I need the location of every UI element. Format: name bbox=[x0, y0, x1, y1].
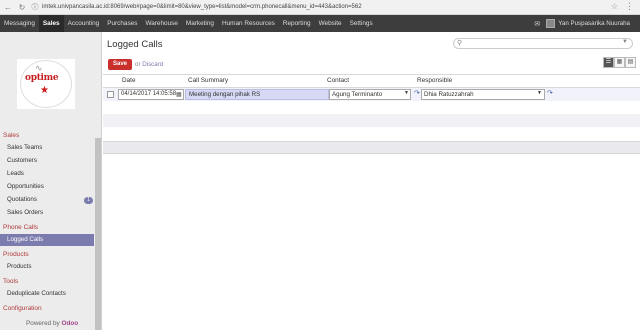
url-text[interactable]: imtek.univpancasila.ac.id:8069/web#page=… bbox=[42, 4, 362, 10]
calendar-icon[interactable]: ▦ bbox=[176, 91, 182, 98]
bookmark-star-icon[interactable]: ☆ bbox=[611, 2, 618, 11]
user-menu[interactable]: ✉ Yan Puspasarika Nuuraha bbox=[534, 15, 630, 32]
discard-area: or Discard bbox=[135, 61, 164, 68]
menu-purchases[interactable]: Purchases bbox=[103, 15, 141, 32]
sidebar-item-sales-orders[interactable]: Sales Orders bbox=[7, 209, 43, 216]
sidebar-section-sales: Sales bbox=[3, 132, 20, 139]
browser-menu-icon[interactable]: ⋮ bbox=[625, 1, 634, 12]
sidebar-item-leads[interactable]: Leads bbox=[7, 170, 24, 177]
logo-emblem: ∿ optime ★ bbox=[20, 60, 72, 108]
responsible-dropdown-icon[interactable]: ▼ bbox=[537, 90, 542, 96]
menu-sales[interactable]: Sales bbox=[38, 15, 64, 32]
main-content: Logged Calls ⚲ ▼ Save or Discard ☰ ▦ ▤ D… bbox=[103, 32, 640, 330]
sidebar-section-products: Products bbox=[3, 251, 29, 258]
column-contact[interactable]: Contact bbox=[327, 77, 349, 84]
user-name: Yan Puspasarika Nuuraha bbox=[558, 20, 630, 27]
menu-marketing[interactable]: Marketing bbox=[182, 15, 218, 32]
sidebar-section-tools: Tools bbox=[3, 278, 19, 285]
info-icon[interactable]: ⓘ bbox=[30, 2, 40, 12]
odoo-brand: Odoo bbox=[61, 320, 79, 327]
contact-external-link-icon[interactable]: ↷ bbox=[414, 89, 420, 97]
search-input[interactable]: ⚲ ▼ bbox=[453, 38, 633, 49]
save-button[interactable]: Save bbox=[108, 59, 132, 70]
column-responsible[interactable]: Responsible bbox=[417, 77, 452, 84]
chat-icon[interactable]: ✉ bbox=[534, 20, 540, 28]
top-menu: Messaging Sales Accounting Purchases War… bbox=[0, 15, 640, 32]
star-icon: ★ bbox=[40, 85, 49, 96]
calendar-view-icon[interactable]: ▦ bbox=[614, 57, 625, 68]
column-date[interactable]: Date bbox=[122, 77, 136, 84]
sidebar-item-label: Logged Calls bbox=[7, 236, 44, 243]
sidebar-item-logged-calls[interactable]: Logged Calls bbox=[0, 234, 94, 246]
contact-field[interactable]: Agung Terminanto bbox=[329, 89, 411, 100]
date-field[interactable]: 04/14/2017 14:05:58 bbox=[118, 89, 184, 100]
table-header: Date Call Summary Contact Responsible bbox=[103, 75, 640, 86]
menu-messaging[interactable]: Messaging bbox=[0, 15, 39, 32]
sidebar-scrollbar[interactable] bbox=[95, 138, 101, 330]
contact-dropdown-icon[interactable]: ▼ bbox=[404, 90, 409, 96]
sidebar-section-configuration: Configuration bbox=[3, 305, 42, 312]
menu-human-resources[interactable]: Human Resources bbox=[218, 15, 279, 32]
sidebar-item-sales-teams[interactable]: Sales Teams bbox=[7, 144, 42, 151]
sidebar-item-quotations[interactable]: Quotations bbox=[7, 196, 37, 203]
responsible-external-link-icon[interactable]: ↷ bbox=[547, 89, 553, 97]
powered-by[interactable]: Powered by Odoo bbox=[26, 320, 78, 327]
sidebar-item-products[interactable]: Products bbox=[7, 263, 31, 270]
search-icon: ⚲ bbox=[457, 40, 463, 47]
view-switcher: ☰ ▦ ▤ bbox=[603, 57, 636, 68]
discard-link[interactable]: Discard bbox=[142, 61, 163, 68]
logo-wordmark: optime bbox=[25, 73, 59, 83]
menu-reporting[interactable]: Reporting bbox=[279, 15, 315, 32]
sidebar-item-opportunities[interactable]: Opportunities bbox=[7, 183, 44, 190]
sidebar: ∿ optime ★ Sales Sales Teams Customers L… bbox=[0, 32, 102, 330]
empty-row bbox=[103, 114, 640, 127]
list-view-icon[interactable]: ☰ bbox=[603, 57, 614, 68]
sidebar-section-phone-calls: Phone Calls bbox=[3, 224, 39, 231]
row-checkbox[interactable] bbox=[107, 91, 114, 98]
sidebar-item-customers[interactable]: Customers bbox=[7, 157, 37, 164]
menu-settings[interactable]: Settings bbox=[346, 15, 377, 32]
avatar bbox=[546, 19, 556, 28]
reload-icon[interactable]: ↻ bbox=[16, 1, 28, 13]
page-title: Logged Calls bbox=[107, 39, 163, 50]
table-row[interactable]: 04/14/2017 14:05:58 ▦ Meeting dengan pih… bbox=[103, 88, 640, 101]
back-icon[interactable]: ← bbox=[2, 1, 14, 13]
column-call-summary[interactable]: Call Summary bbox=[188, 77, 228, 84]
quotations-count-badge: 1 bbox=[84, 197, 93, 204]
menu-accounting[interactable]: Accounting bbox=[64, 15, 104, 32]
menu-warehouse[interactable]: Warehouse bbox=[141, 15, 181, 32]
search-dropdown-icon[interactable]: ▼ bbox=[622, 39, 628, 45]
form-view-icon[interactable]: ▤ bbox=[625, 57, 636, 68]
company-logo[interactable]: ∿ optime ★ bbox=[17, 59, 75, 109]
table-footer bbox=[103, 141, 640, 154]
call-summary-field[interactable]: Meeting dengan pihak RS bbox=[185, 89, 329, 100]
browser-address-bar: ← ↻ ⓘ imtek.univpancasila.ac.id:8069/web… bbox=[0, 0, 640, 15]
responsible-field[interactable]: Dhia Ratuzzahrah bbox=[421, 89, 545, 100]
sidebar-item-deduplicate-contacts[interactable]: Deduplicate Contacts bbox=[7, 290, 66, 297]
menu-website[interactable]: Website bbox=[315, 15, 346, 32]
